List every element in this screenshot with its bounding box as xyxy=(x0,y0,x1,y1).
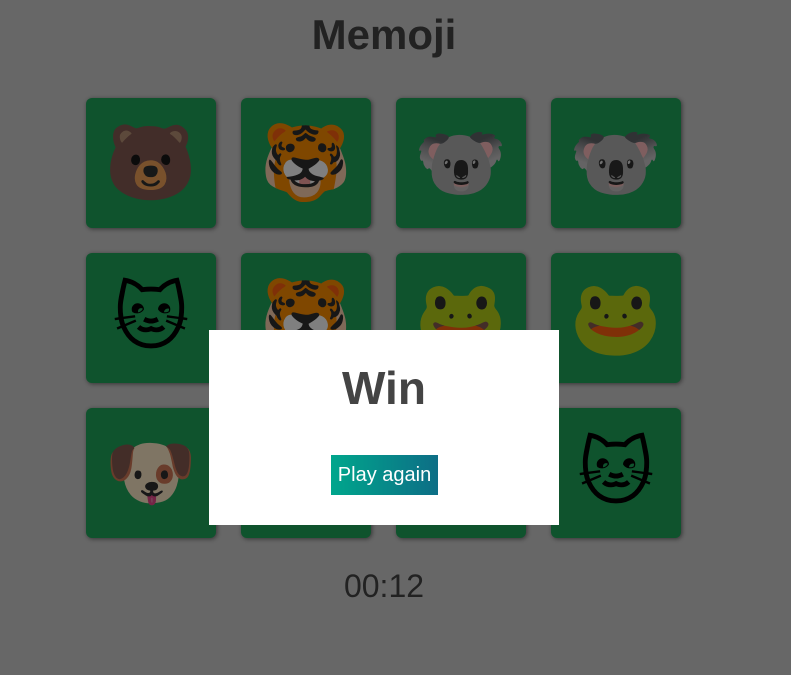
win-dialog: Win Play again xyxy=(209,330,559,525)
play-again-button[interactable]: Play again xyxy=(331,455,438,495)
win-title: Win xyxy=(342,362,426,414)
game-page: Memoji 🐻 🐯 🐨 🐨 🐱 🐯 🐸 🐸 🐶 🐶 xyxy=(0,0,791,675)
